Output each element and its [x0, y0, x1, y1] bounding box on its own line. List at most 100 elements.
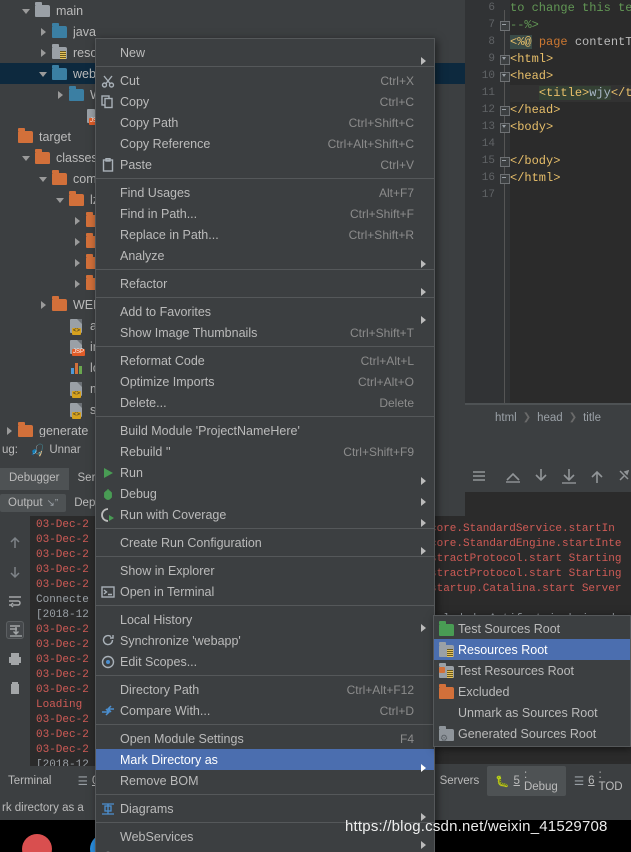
menu-item-run-with-coverage[interactable]: Run with Coverage — [96, 504, 434, 527]
editor-code-area[interactable]: to change this te --%> <%@ page contentT… — [510, 0, 631, 405]
menu-item-show-image-thumbnails[interactable]: Show Image Thumbnails Ctrl+Shift+T — [96, 322, 434, 343]
submenu-item-resources-root[interactable]: Resources Root — [434, 639, 630, 660]
code-line: <body> — [510, 120, 554, 134]
chevron-down-icon[interactable] — [55, 194, 66, 205]
chevron-down-icon[interactable] — [38, 68, 49, 79]
menu-item-open-in-terminal[interactable]: Open in Terminal — [96, 581, 434, 602]
menu-item-create-gist[interactable]: Create Gist... — [96, 847, 434, 852]
menu-item-label: Compare With... — [120, 703, 211, 718]
menu-item-debug[interactable]: Debug — [96, 483, 434, 506]
menu-item-reformat-code[interactable]: Reformat Code Ctrl+Alt+L — [96, 350, 434, 371]
tab-debugger[interactable]: Debugger — [0, 468, 69, 490]
menu-item-diagrams[interactable]: Diagrams — [96, 798, 434, 821]
menu-item-add-to-favorites[interactable]: Add to Favorites — [96, 301, 434, 324]
fold-marker[interactable] — [499, 68, 510, 85]
down-arrow-icon[interactable] — [6, 563, 24, 581]
menu-item-analyze[interactable]: Analyze — [96, 245, 434, 268]
tool-terminal[interactable]: Terminal — [0, 772, 70, 790]
submenu-item-unmark-as-sources-root[interactable]: Unmark as Sources Root — [434, 702, 630, 723]
up-arrow-icon[interactable] — [6, 534, 24, 552]
menu-item-copy[interactable]: Copy Ctrl+C — [96, 91, 434, 112]
submenu-item-test-sources-root[interactable]: Test Sources Root — [434, 618, 630, 639]
menu-item-delete[interactable]: Delete... Delete — [96, 392, 434, 413]
fold-marker[interactable] — [499, 51, 510, 68]
menu-item-replace-in-path[interactable]: Replace in Path... Ctrl+Shift+R — [96, 224, 434, 245]
copy-icon — [96, 94, 120, 110]
menu-item-find-usages[interactable]: Find Usages Alt+F7 — [96, 182, 434, 203]
fold-marker[interactable] — [499, 170, 510, 187]
menu-item-edit-scopes[interactable]: Edit Scopes... — [96, 651, 434, 672]
submenu-item-generated-sources-root[interactable]: ⚙ Generated Sources Root — [434, 723, 630, 744]
breadcrumb-item-head[interactable]: head — [537, 412, 563, 424]
chevron-right-icon[interactable] — [55, 89, 66, 100]
tab-output[interactable]: Output — [8, 497, 43, 509]
chevron-right-icon[interactable] — [72, 215, 83, 226]
context-menu[interactable]: New Cut Ctrl+X Copy Ctrl+C Copy Path Ctrl+Shif… — [95, 38, 435, 852]
chevron-down-icon[interactable] — [21, 152, 32, 163]
chevron-right-icon[interactable] — [38, 47, 49, 58]
tool-debug[interactable]: 🐛 5: Debug — [487, 766, 566, 796]
chevron-right-icon[interactable] — [38, 26, 49, 37]
fold-marker[interactable] — [499, 153, 510, 170]
breadcrumb[interactable]: html ❯ head ❯ title — [465, 405, 631, 430]
step-into-icon[interactable] — [530, 465, 552, 487]
menu-item-find-in-path[interactable]: Find in Path... Ctrl+Shift+F — [96, 203, 434, 224]
submenu-item-excluded[interactable]: Excluded — [434, 681, 630, 702]
step-out-icon[interactable] — [502, 465, 524, 487]
menu-item-synchronize-webapp[interactable]: Synchronize 'webapp' — [96, 630, 434, 651]
run-config-name: Unnar — [49, 444, 81, 456]
chevron-down-icon[interactable] — [21, 5, 32, 16]
tree-item-main[interactable]: main — [0, 0, 465, 21]
menu-item-shortcut: Ctrl+Alt+O — [357, 374, 414, 389]
chevron-right-icon[interactable] — [38, 299, 49, 310]
force-step-icon[interactable] — [586, 465, 608, 487]
fold-marker[interactable] — [499, 119, 510, 136]
chevron-right-icon[interactable] — [72, 236, 83, 247]
menu-item-build-module-projectnamehere[interactable]: Build Module 'ProjectNameHere' — [96, 420, 434, 441]
step-over-icon[interactable] — [558, 465, 580, 487]
menu-item-show-in-explorer[interactable]: Show in Explorer — [96, 560, 434, 581]
trash-icon[interactable] — [6, 679, 24, 697]
menu-item-open-module-settings[interactable]: Open Module Settings F4 — [96, 728, 434, 749]
menu-item-optimize-imports[interactable]: Optimize Imports Ctrl+Alt+O — [96, 371, 434, 392]
line-number: 6 — [488, 2, 495, 14]
fold-marker[interactable] — [499, 102, 510, 119]
scroll-to-end-icon[interactable] — [6, 621, 24, 639]
menu-item-run[interactable]: Run — [96, 462, 434, 485]
menu-item-local-history[interactable]: Local History — [96, 609, 434, 632]
menu-item-mark-directory-as[interactable]: Mark Directory as — [96, 749, 434, 772]
chevron-right-icon[interactable] — [72, 278, 83, 289]
menu-item-compare-with[interactable]: Compare With... Ctrl+D — [96, 700, 434, 721]
editor-fold-gutter[interactable] — [499, 0, 510, 405]
print-icon[interactable] — [6, 650, 24, 668]
menu-icon[interactable] — [468, 465, 490, 487]
chevron-right-icon[interactable] — [72, 257, 83, 268]
menu-icon-slot — [96, 276, 120, 292]
breadcrumb-item-title[interactable]: title — [583, 412, 601, 424]
menu-item-create-run-configuration[interactable]: Create Run Configuration — [96, 532, 434, 555]
line-number: 8 — [488, 36, 495, 48]
menu-item-copy-reference[interactable]: Copy Reference Ctrl+Alt+Shift+C — [96, 133, 434, 154]
menu-item-rebuild-default[interactable]: Rebuild '' Ctrl+Shift+F9 — [96, 441, 434, 462]
submenu-item-test-resources-root[interactable]: Test Resources Root — [434, 660, 630, 681]
line-number: 15 — [481, 155, 495, 167]
menu-item-directory-path[interactable]: Directory Path Ctrl+Alt+F12 — [96, 679, 434, 700]
menu-item-paste[interactable]: Paste Ctrl+V — [96, 154, 434, 175]
scopes-icon — [96, 654, 120, 670]
fold-marker[interactable] — [499, 17, 510, 34]
chevron-right-icon[interactable] — [4, 425, 15, 436]
chevron-down-icon[interactable] — [38, 173, 49, 184]
menu-item-remove-bom[interactable]: Remove BOM — [96, 770, 434, 791]
mark-directory-as-submenu[interactable]: Test Sources Root Resources Root Test Reso… — [433, 615, 631, 747]
console-side-toolbar[interactable] — [0, 516, 30, 766]
code-editor[interactable]: 6 7 8 9 10 11 12 13 14 15 16 17 to change this te -… — [465, 0, 631, 405]
menu-item-copy-path[interactable]: Copy Path Ctrl+Shift+C — [96, 112, 434, 133]
tool-servers[interactable]: Servers — [432, 772, 488, 790]
menu-item-refactor[interactable]: Refactor — [96, 273, 434, 296]
tool-todo[interactable]: ☰ 6: TOD — [566, 766, 631, 796]
menu-item-new[interactable]: New — [96, 42, 434, 65]
soft-wrap-icon[interactable] — [6, 592, 24, 610]
menu-item-cut[interactable]: Cut Ctrl+X — [96, 70, 434, 91]
breadcrumb-item-html[interactable]: html — [495, 412, 517, 424]
run-to-cursor-icon[interactable] — [614, 465, 631, 487]
